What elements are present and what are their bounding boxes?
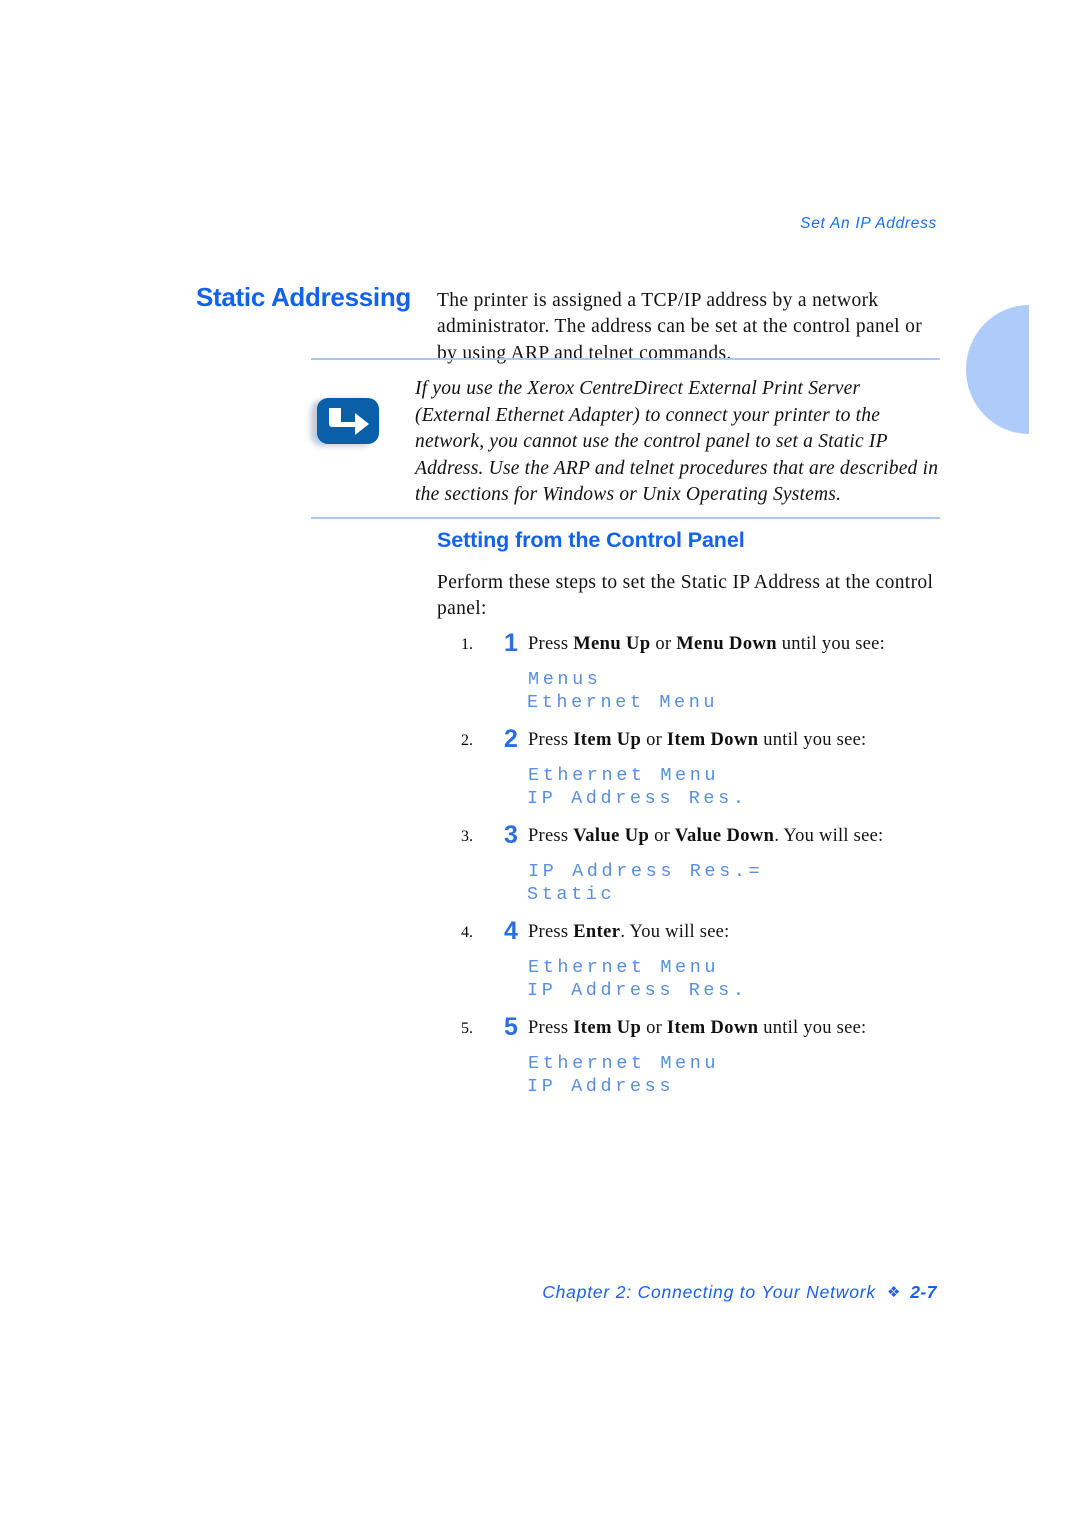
step-instruction: Press Value Up or Value Down. You will s… (528, 820, 982, 848)
note-text: If you use the Xerox CentreDirect Extern… (415, 378, 939, 505)
step-text-conjunction: or (649, 826, 675, 846)
step-text-suffix: until you see: (776, 634, 885, 654)
step-number: 5 (504, 1013, 518, 1041)
step-key-primary: Menu Up (573, 634, 651, 654)
procedure-step: 4 Press Enter. You will see: Ethernet Menu… (477, 916, 982, 1012)
control-panel-display: Ethernet Menu IP Address Res. (527, 764, 982, 810)
document-page: Set An IP Address Static Addressing The … (0, 0, 1080, 1528)
footer-page-number: 2-7 (910, 1282, 937, 1302)
step-text-suffix: . You will see: (620, 922, 730, 942)
control-panel-display-line: IP Address (527, 1076, 675, 1097)
step-instruction: Press Enter. You will see: (528, 916, 982, 944)
page-title: Static Addressing (196, 282, 411, 313)
procedure-step: 3 Press Value Up or Value Down. You will … (477, 820, 982, 916)
step-text-prefix: Press (528, 826, 574, 846)
control-panel-display-line: IP Address Res.= (528, 861, 764, 882)
step-text-prefix: Press (528, 730, 574, 750)
step-key-secondary: Item Down (666, 730, 759, 750)
page-footer: Chapter 2: Connecting to Your Network ❖ 2-… (0, 1282, 937, 1303)
step-text-conjunction: or (650, 634, 677, 654)
note-callout: If you use the Xerox CentreDirect Extern… (311, 358, 940, 519)
control-panel-display-line: Static (527, 884, 616, 905)
page-thumb-tab (966, 305, 1029, 434)
step-key-primary: Item Up (573, 1018, 642, 1038)
footer-chapter: Chapter 2: Connecting to Your Network (542, 1282, 876, 1302)
step-number: 2 (504, 725, 518, 753)
control-panel-display: Ethernet Menu IP Address Res. (527, 956, 982, 1002)
procedure-step-list: 1 Press Menu Up or Menu Down until you se… (437, 628, 982, 1108)
step-key-secondary: Menu Down (676, 634, 777, 654)
running-header: Set An IP Address (800, 215, 937, 232)
step-instruction: Press Menu Up or Menu Down until you see… (528, 628, 982, 656)
procedure-step: 1 Press Menu Up or Menu Down until you se… (477, 628, 982, 724)
step-instruction: Press Item Up or Item Down until you see… (528, 1012, 982, 1040)
control-panel-display: IP Address Res.= Static (527, 860, 982, 906)
control-panel-display-line: Ethernet Menu (528, 957, 720, 978)
control-panel-display-line: Menus (528, 669, 602, 690)
step-instruction: Press Item Up or Item Down until you see… (528, 724, 982, 752)
step-text-prefix: Press (528, 634, 574, 654)
step-text-prefix: Press (528, 922, 574, 942)
control-panel-display-line: IP Address Res. (527, 980, 748, 1001)
step-text-conjunction: or (641, 1018, 667, 1038)
control-panel-display-line: Ethernet Menu (527, 692, 719, 713)
note-bottom-rule (311, 516, 940, 519)
lead-paragraph: Perform these steps to set the Static IP… (437, 571, 934, 620)
step-number: 1 (504, 629, 518, 657)
step-text-conjunction: or (641, 730, 667, 750)
note-icon-container (311, 376, 415, 446)
step-number: 4 (504, 917, 518, 945)
step-text-suffix: . You will see: (774, 826, 884, 846)
step-key-primary: Enter (573, 922, 621, 942)
intro-paragraph: The printer is assigned a TCP/IP address… (437, 289, 923, 364)
control-panel-display-line: IP Address Res. (527, 788, 748, 809)
footer-separator-icon: ❖ (886, 1284, 902, 1301)
control-panel-display: Ethernet Menu IP Address (527, 1052, 982, 1098)
step-text-prefix: Press (528, 1018, 574, 1038)
procedure-step: 5 Press Item Up or Item Down until you se… (477, 1012, 982, 1108)
step-text-suffix: until you see: (758, 1018, 867, 1038)
step-text-suffix: until you see: (758, 730, 867, 750)
control-panel-display-line: Ethernet Menu (528, 765, 720, 786)
note-arrow-icon (317, 398, 379, 444)
step-key-secondary: Value Down (674, 826, 775, 846)
step-number: 3 (504, 821, 518, 849)
step-key-primary: Value Up (573, 826, 650, 846)
control-panel-display-line: Ethernet Menu (528, 1053, 720, 1074)
step-key-primary: Item Up (573, 730, 642, 750)
control-panel-display: Menus Ethernet Menu (527, 668, 982, 714)
step-key-secondary: Item Down (666, 1018, 759, 1038)
section-subheading: Setting from the Control Panel (437, 527, 745, 552)
procedure-step: 2 Press Item Up or Item Down until you se… (477, 724, 982, 820)
